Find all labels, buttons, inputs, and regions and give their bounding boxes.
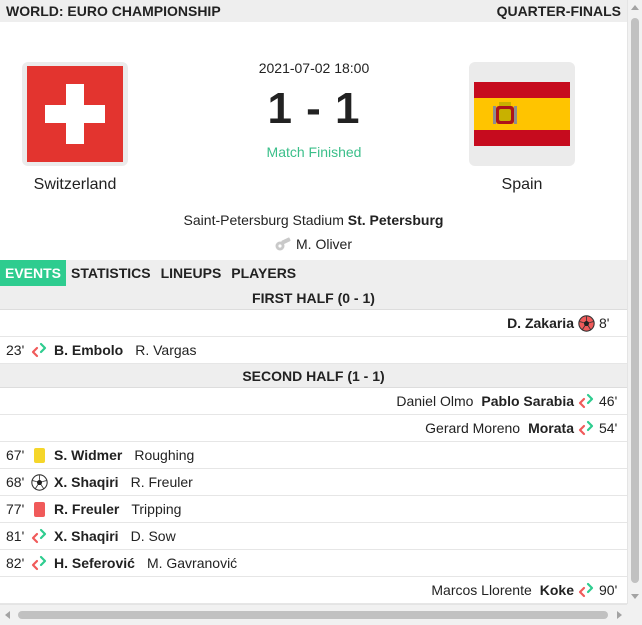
event-player[interactable]: Koke — [540, 582, 574, 598]
event-detail[interactable]: Daniel Olmo — [396, 393, 473, 409]
event-player[interactable]: X. Shaqiri — [54, 528, 119, 544]
horizontal-scrollbar[interactable] — [0, 604, 627, 625]
event-row-home: 68' X. Shaqiri R. Freuler — [0, 469, 627, 496]
event-row-home: 82' H. Seferović M. Gavranović — [0, 550, 627, 577]
scroll-down-icon[interactable] — [631, 594, 639, 599]
tab-players[interactable]: PLAYERS — [226, 260, 301, 286]
event-detail: Tripping — [131, 501, 182, 517]
event-minute: 77' — [6, 501, 25, 517]
home-flag-frame — [22, 62, 128, 166]
event-detail[interactable]: Gerard Moreno — [425, 420, 520, 436]
tab-events[interactable]: EVENTS — [0, 260, 67, 286]
event-row-away: Daniel Olmo Pablo Sarabia 46' — [0, 388, 627, 415]
event-minute: 90' — [599, 582, 618, 598]
scroll-up-icon[interactable] — [631, 5, 639, 10]
event-row-home: 67' S. Widmer Roughing — [0, 442, 627, 469]
event-detail[interactable]: R. Freuler — [131, 474, 193, 490]
scroll-right-icon[interactable] — [617, 611, 622, 619]
event-minute: 68' — [6, 474, 25, 490]
substitution-icon — [577, 392, 595, 410]
event-minute: 54' — [599, 420, 618, 436]
whistle-icon — [275, 237, 291, 251]
red-card-icon — [30, 500, 48, 518]
substitution-icon — [30, 527, 48, 545]
event-row-home: 23' B. Embolo R. Vargas — [0, 337, 627, 364]
event-minute: 46' — [599, 393, 618, 409]
scrollbar-corner — [627, 604, 642, 625]
venue-city: St. Petersburg — [347, 212, 444, 228]
round-name: QUARTER-FINALS — [496, 3, 621, 19]
referee-name: M. Oliver — [296, 236, 352, 252]
home-team-name[interactable]: Switzerland — [0, 176, 150, 194]
scroll-left-icon[interactable] — [5, 611, 10, 619]
event-player[interactable]: Pablo Sarabia — [481, 393, 574, 409]
substitution-icon — [577, 419, 595, 437]
match-datetime: 2021-07-02 18:00 — [258, 60, 370, 76]
event-detail: Roughing — [134, 447, 195, 463]
event-minute: 82' — [6, 555, 25, 571]
event-player[interactable]: B. Embolo — [54, 342, 123, 358]
event-minute: 81' — [6, 528, 25, 544]
event-player[interactable]: D. Zakaria — [507, 315, 574, 331]
spain-flag-icon — [474, 82, 570, 146]
tab-statistics[interactable]: STATISTICS — [66, 260, 156, 286]
substitution-icon — [577, 581, 595, 599]
section-header: SECOND HALF (1 - 1) — [0, 364, 627, 388]
venue-stadium: Saint-Petersburg Stadium — [183, 212, 344, 228]
event-row-away: Gerard Moreno Morata 54' — [0, 415, 627, 442]
event-row-home: 77' R. Freuler Tripping — [0, 496, 627, 523]
event-player[interactable]: R. Freuler — [54, 501, 119, 517]
vertical-scroll-thumb[interactable] — [631, 18, 639, 583]
event-detail[interactable]: M. Gavranović — [147, 555, 237, 571]
own-goal-icon — [577, 314, 595, 332]
page-viewport: WORLD: EURO CHAMPIONSHIP QUARTER-FINALS … — [0, 0, 627, 604]
yellow-card-icon — [30, 446, 48, 464]
vertical-scrollbar[interactable] — [627, 0, 642, 604]
match-header: Switzerland 2021-07-02 18:00 1 - 1 Match… — [0, 22, 627, 260]
event-row-away: D. Zakaria 8' — [0, 310, 627, 337]
event-detail[interactable]: Marcos Llorente — [431, 582, 531, 598]
horizontal-scroll-thumb[interactable] — [18, 611, 608, 619]
event-detail[interactable]: D. Sow — [131, 528, 176, 544]
goal-icon — [30, 473, 48, 491]
tab-lineups[interactable]: LINEUPS — [156, 260, 227, 286]
match-status: Match Finished — [266, 144, 362, 160]
event-player[interactable]: H. Seferović — [54, 555, 135, 571]
event-player[interactable]: S. Widmer — [54, 447, 122, 463]
away-team[interactable]: Spain — [447, 62, 597, 194]
event-row-home: 81' X. Shaqiri D. Sow — [0, 523, 627, 550]
away-team-name[interactable]: Spain — [447, 176, 597, 194]
venue: Saint-Petersburg Stadium St. Petersburg — [0, 212, 627, 228]
home-team[interactable]: Switzerland — [0, 62, 150, 194]
events-list: FIRST HALF (0 - 1) D. Zakaria 8' 23' B. Embo… — [0, 286, 627, 604]
referee: M. Oliver — [0, 236, 627, 252]
match-tabs: EVENTS STATISTICS LINEUPS PLAYERS — [0, 260, 627, 286]
event-minute: 67' — [6, 447, 25, 463]
substitution-icon — [30, 554, 48, 572]
substitution-icon — [30, 341, 48, 359]
competition-header: WORLD: EURO CHAMPIONSHIP QUARTER-FINALS — [0, 0, 627, 22]
match-score: 1 - 1 — [267, 84, 361, 133]
event-player[interactable]: Morata — [528, 420, 574, 436]
event-row-away: Marcos Llorente Koke 90' — [0, 577, 627, 604]
event-minute: 23' — [6, 342, 25, 358]
switzerland-flag-icon — [27, 66, 123, 162]
section-header: FIRST HALF (0 - 1) — [0, 286, 627, 310]
competition-name[interactable]: WORLD: EURO CHAMPIONSHIP — [6, 3, 221, 19]
event-detail[interactable]: R. Vargas — [135, 342, 196, 358]
event-player[interactable]: X. Shaqiri — [54, 474, 119, 490]
away-flag-frame — [469, 62, 575, 166]
event-minute: 8' — [599, 315, 610, 331]
score-block: 2021-07-02 18:00 1 - 1 Match Finished — [214, 60, 414, 160]
